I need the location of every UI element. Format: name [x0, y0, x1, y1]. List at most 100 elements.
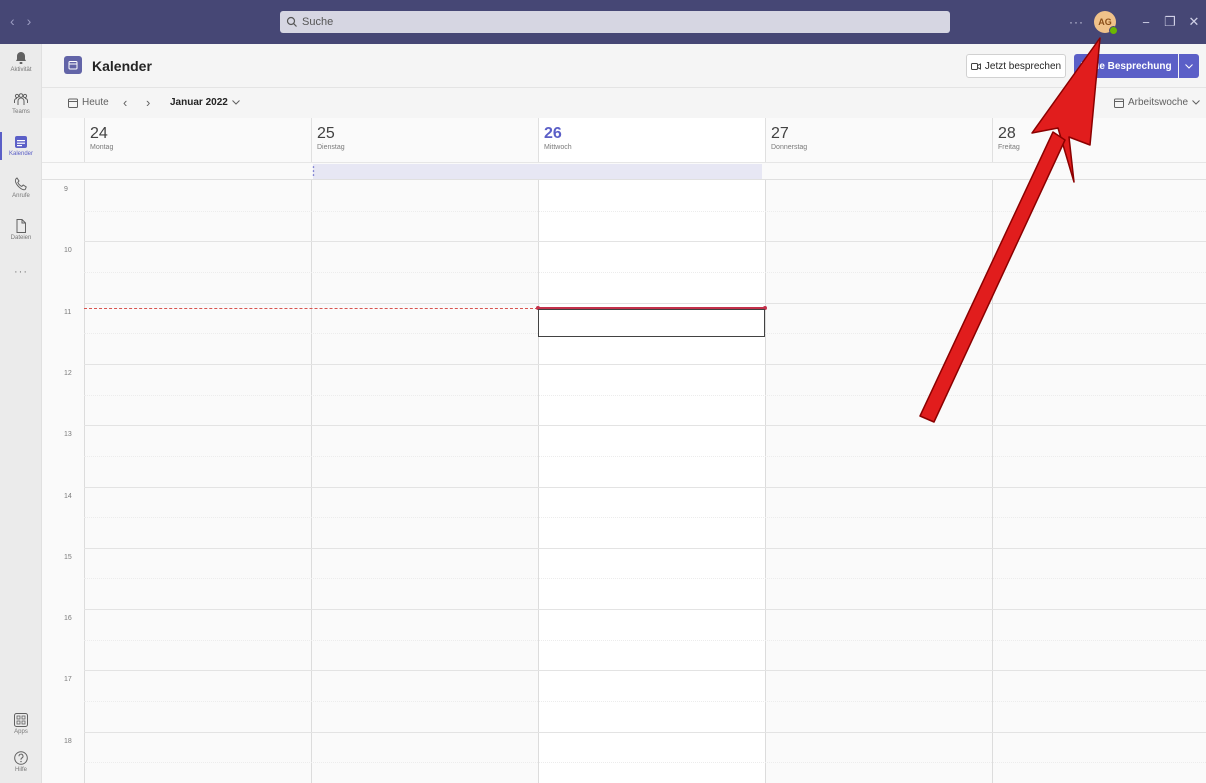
hour-label: 14 — [64, 492, 72, 500]
half-hour-line — [84, 210, 1206, 212]
forward-arrow-icon[interactable]: › — [27, 13, 32, 29]
hour-line — [84, 609, 1206, 611]
avatar-initials: AG — [1098, 17, 1112, 27]
hour-label: 15 — [64, 553, 72, 561]
today-label: Heute — [82, 97, 109, 108]
history-nav: ‹ › — [10, 13, 31, 29]
rail-item-label: Hilfe — [14, 767, 27, 773]
day-name: Dienstag — [317, 144, 345, 151]
rail-item-apps[interactable]: Apps — [0, 712, 42, 735]
half-hour-line — [84, 517, 1206, 519]
view-switcher[interactable]: Arbeitswoche — [1114, 97, 1200, 108]
search-input[interactable]: Suche — [280, 11, 950, 33]
hour-line — [84, 241, 1206, 243]
day-column-today[interactable] — [538, 180, 765, 783]
month-picker[interactable]: Januar 2022 — [170, 97, 240, 108]
rail-item-activity[interactable]: Aktivität — [0, 50, 42, 73]
day-column[interactable] — [311, 180, 538, 783]
rail-more-button[interactable]: ··· — [0, 266, 42, 278]
day-header-25[interactable]: 25 Dienstag — [311, 118, 538, 162]
rail-item-help[interactable]: Hilfe — [0, 750, 42, 773]
day-name: Montag — [90, 144, 114, 151]
half-hour-line — [84, 271, 1206, 273]
search-icon — [286, 16, 297, 27]
app-rail: Aktivität Teams Kalender Anrufe Dateien … — [0, 44, 42, 783]
day-column[interactable] — [765, 180, 992, 783]
drag-handle-icon — [312, 166, 315, 176]
day-number: 25 — [317, 125, 335, 142]
calendar-header: Kalender Jetzt besprechen Neue Besprechu… — [42, 44, 1206, 88]
file-icon — [16, 219, 26, 233]
avatar[interactable]: AG — [1094, 11, 1118, 35]
all-day-event[interactable] — [313, 164, 762, 179]
meet-now-label: Jetzt besprechen — [984, 60, 1062, 72]
day-name: Mittwoch — [544, 144, 572, 151]
calendar-today-icon — [68, 98, 78, 108]
hour-label: 17 — [64, 676, 72, 684]
current-time-line — [84, 308, 538, 309]
today-button[interactable]: Heute — [68, 97, 109, 108]
day-column[interactable] — [84, 180, 311, 783]
apps-icon — [14, 713, 28, 727]
hour-line — [84, 363, 1206, 365]
title-bar: ‹ › Suche ··· AG − ❐ ✕ — [0, 0, 1206, 44]
close-button[interactable]: ✕ — [1182, 14, 1206, 30]
hour-label: 12 — [64, 369, 72, 377]
video-camera-icon — [970, 62, 981, 70]
next-week-button[interactable]: › — [146, 95, 150, 110]
half-hour-line — [84, 394, 1206, 396]
calendar-icon — [15, 136, 27, 148]
day-name: Freitag — [998, 144, 1020, 151]
chevron-down-icon — [1185, 63, 1193, 69]
rail-item-calendar[interactable]: Kalender — [0, 132, 42, 160]
minimize-button[interactable]: − — [1134, 15, 1158, 30]
half-hour-line — [84, 578, 1206, 580]
hour-label: 9 — [64, 186, 68, 193]
phone-icon — [14, 177, 27, 191]
back-arrow-icon[interactable]: ‹ — [10, 13, 15, 29]
calendar-view-icon — [1114, 98, 1124, 108]
view-label: Arbeitswoche — [1128, 97, 1189, 108]
day-header-27[interactable]: 27 Donnerstag — [765, 118, 992, 162]
day-column[interactable] — [992, 180, 1206, 783]
day-number: 27 — [771, 125, 789, 142]
day-number: 26 — [544, 125, 562, 142]
hour-label: 10 — [64, 247, 72, 255]
rail-item-label: Apps — [14, 729, 28, 735]
help-icon — [14, 751, 28, 765]
search-placeholder: Suche — [302, 16, 334, 28]
day-header-24[interactable]: 24 Montag — [84, 118, 311, 162]
hour-line — [84, 731, 1206, 733]
hour-line — [84, 302, 1206, 304]
hour-label: 13 — [64, 431, 72, 439]
half-hour-line — [84, 455, 1206, 457]
selected-time-slot[interactable] — [538, 309, 765, 337]
hour-line — [84, 547, 1206, 549]
meet-now-button[interactable]: Jetzt besprechen — [966, 54, 1066, 78]
new-meeting-button[interactable]: Neue Besprechung — [1074, 54, 1178, 78]
all-day-row — [42, 162, 1206, 180]
chevron-down-icon — [1192, 100, 1200, 105]
new-meeting-label: Neue Besprechung — [1080, 60, 1172, 72]
rail-item-calls[interactable]: Anrufe — [0, 176, 42, 199]
previous-week-button[interactable]: ‹ — [123, 95, 127, 110]
hour-label: 11 — [64, 308, 72, 316]
day-header-26-today[interactable]: 26 Mittwoch — [538, 118, 765, 162]
new-meeting-dropdown-button[interactable] — [1179, 54, 1199, 78]
half-hour-line — [84, 701, 1206, 703]
calendar-grid: 24 Montag 25 Dienstag 26 Mittwoch 27 Don… — [42, 118, 1206, 783]
bell-icon — [16, 52, 26, 64]
rail-item-label: Dateien — [10, 235, 32, 241]
half-hour-line — [84, 639, 1206, 641]
hour-line — [84, 486, 1206, 488]
day-header-28[interactable]: 28 Freitag — [992, 118, 1206, 162]
restore-button[interactable]: ❐ — [1158, 14, 1182, 30]
rail-item-teams[interactable]: Teams — [0, 92, 42, 115]
title-bar-controls: ··· AG − ❐ ✕ — [1069, 0, 1206, 44]
rail-item-files[interactable]: Dateien — [0, 218, 42, 241]
chevron-down-icon — [231, 100, 240, 105]
day-number: 28 — [998, 125, 1016, 142]
more-options-button[interactable]: ··· — [1069, 15, 1084, 29]
hour-label: 16 — [64, 615, 72, 623]
calendar-toolbar: Heute ‹ › Januar 2022 Arbeitswoche — [42, 88, 1206, 118]
